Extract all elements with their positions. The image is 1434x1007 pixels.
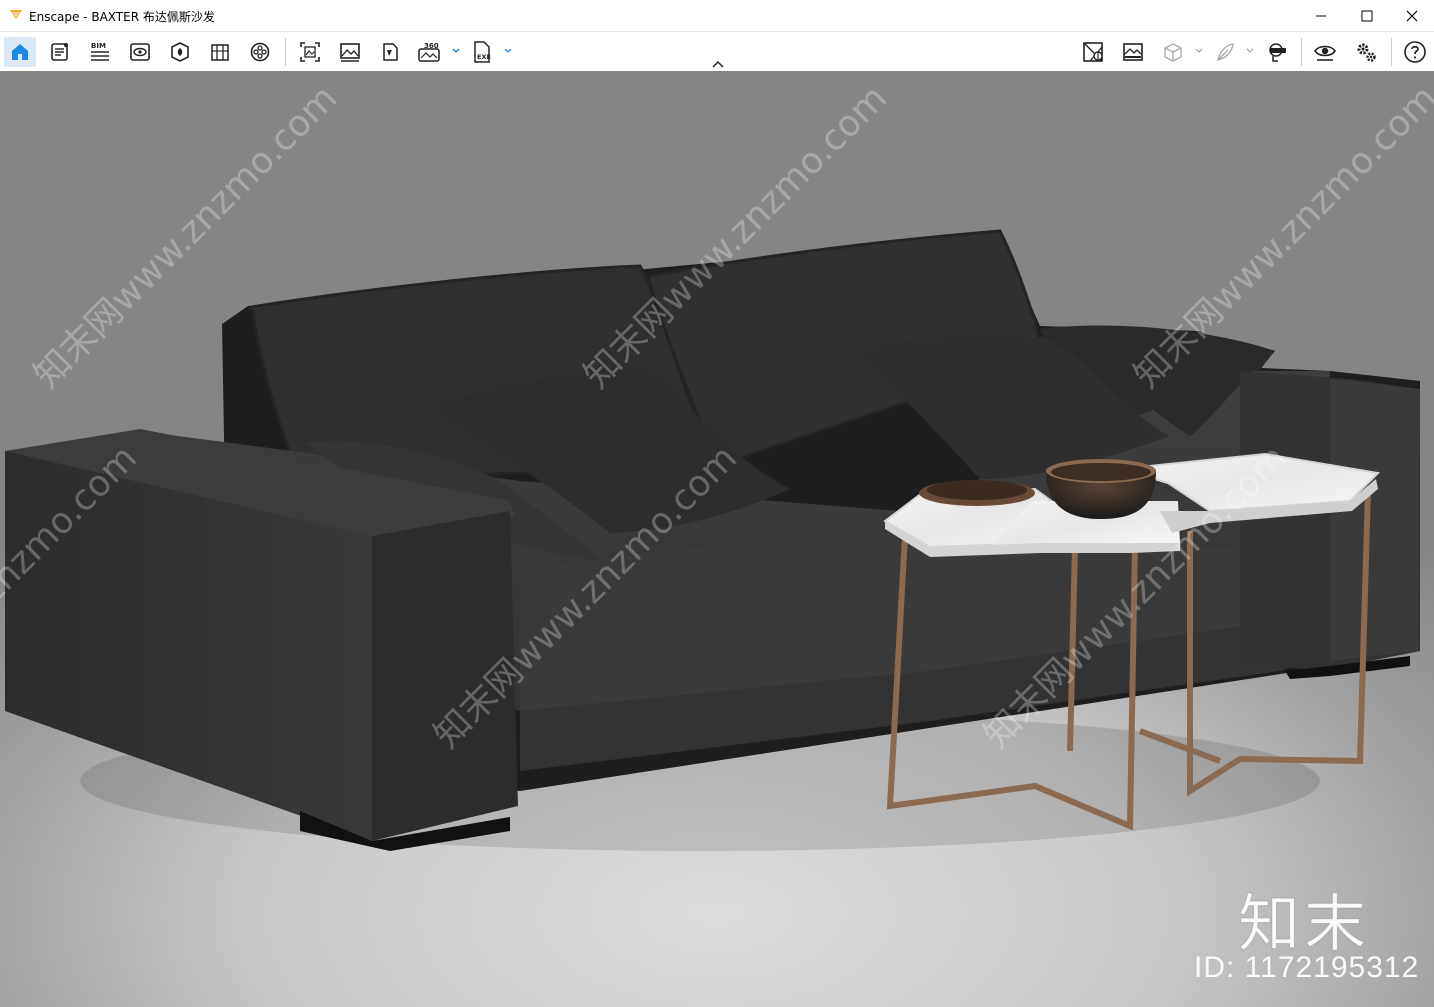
panorama-dropdown-caret[interactable] (451, 44, 461, 58)
360-panorama-icon: 360 (418, 42, 440, 62)
help-icon (1404, 41, 1426, 63)
sofa-render (5, 229, 1420, 851)
window-title: Enscape - BAXTER 布达佩斯沙发 (29, 10, 215, 24)
site-context-button[interactable] (1077, 37, 1109, 67)
material-editor-icon (211, 44, 229, 61)
enscape-logo-icon (8, 7, 24, 23)
render-viewport[interactable]: 知末网www.znzmo.com 知末网www.znzmo.com 知末网www… (0, 71, 1434, 1007)
close-button[interactable] (1389, 0, 1434, 31)
views-button[interactable] (124, 37, 156, 67)
title-bar[interactable]: Enscape - BAXTER 布达佩斯沙发 (0, 0, 1434, 31)
chevron-down-icon (504, 48, 512, 53)
material-editor-button[interactable] (204, 37, 236, 67)
export-dropdown-caret[interactable] (503, 44, 513, 58)
360-panorama-button[interactable]: 360 (414, 37, 446, 67)
home-icon (12, 44, 28, 60)
close-icon (1406, 10, 1418, 21)
views-icon (130, 43, 150, 61)
visual-settings-icon (1123, 43, 1143, 61)
collapse-toolbar-button[interactable] (709, 58, 727, 70)
home-button[interactable] (4, 37, 36, 67)
image-id-watermark: ID: 1172195312 (1194, 951, 1420, 984)
cube-dropdown-caret[interactable] (1194, 44, 1204, 58)
project-notes-icon (51, 43, 68, 61)
maximize-icon (1361, 10, 1373, 21)
screenshot-button[interactable] (294, 37, 326, 67)
minimize-icon (1316, 15, 1326, 16)
panorama-icon (383, 43, 398, 61)
cube-view-button[interactable] (1157, 37, 1189, 67)
batch-render-button[interactable] (334, 37, 366, 67)
project-notes-button[interactable] (44, 37, 76, 67)
panorama-button[interactable] (374, 37, 406, 67)
vr-headset-button[interactable] (1261, 37, 1293, 67)
visual-settings-button[interactable] (1117, 37, 1149, 67)
screenshot-icon (300, 42, 320, 62)
bim-button[interactable]: BIM (84, 37, 116, 67)
feather-icon (1217, 43, 1234, 61)
svg-text:EXE: EXE (477, 53, 491, 61)
svg-text:BIM: BIM (91, 42, 106, 50)
asset-library-button[interactable] (164, 37, 196, 67)
cube-view-icon (1164, 43, 1182, 62)
toolbar-separator (1391, 38, 1392, 66)
toolbar-separator (285, 38, 286, 66)
brand-watermark: 知末 (1237, 887, 1371, 961)
site-context-icon (1083, 42, 1103, 62)
minimize-button[interactable] (1298, 0, 1344, 31)
maximize-button[interactable] (1344, 0, 1390, 31)
help-button[interactable] (1399, 37, 1431, 67)
settings-icon (1357, 43, 1376, 62)
toolbar-separator (1301, 38, 1302, 66)
chevron-down-icon (1246, 48, 1254, 53)
video-editor-icon (250, 42, 270, 62)
live-view-icon (1314, 45, 1336, 61)
chevron-down-icon (452, 48, 460, 53)
settings-button[interactable] (1350, 37, 1382, 67)
live-view-button[interactable] (1309, 37, 1341, 67)
asset-library-icon (171, 42, 189, 62)
chevron-down-icon (1195, 48, 1203, 53)
vr-headset-icon (1269, 43, 1286, 62)
export-exe-button[interactable]: EXE (466, 37, 498, 67)
export-exe-icon: EXE (474, 41, 491, 63)
feather-button[interactable] (1209, 37, 1241, 67)
batch-render-icon (340, 43, 360, 62)
feather-dropdown-caret[interactable] (1245, 44, 1255, 58)
chevron-up-icon (712, 60, 724, 68)
bim-icon: BIM (91, 42, 109, 61)
video-editor-button[interactable] (244, 37, 276, 67)
